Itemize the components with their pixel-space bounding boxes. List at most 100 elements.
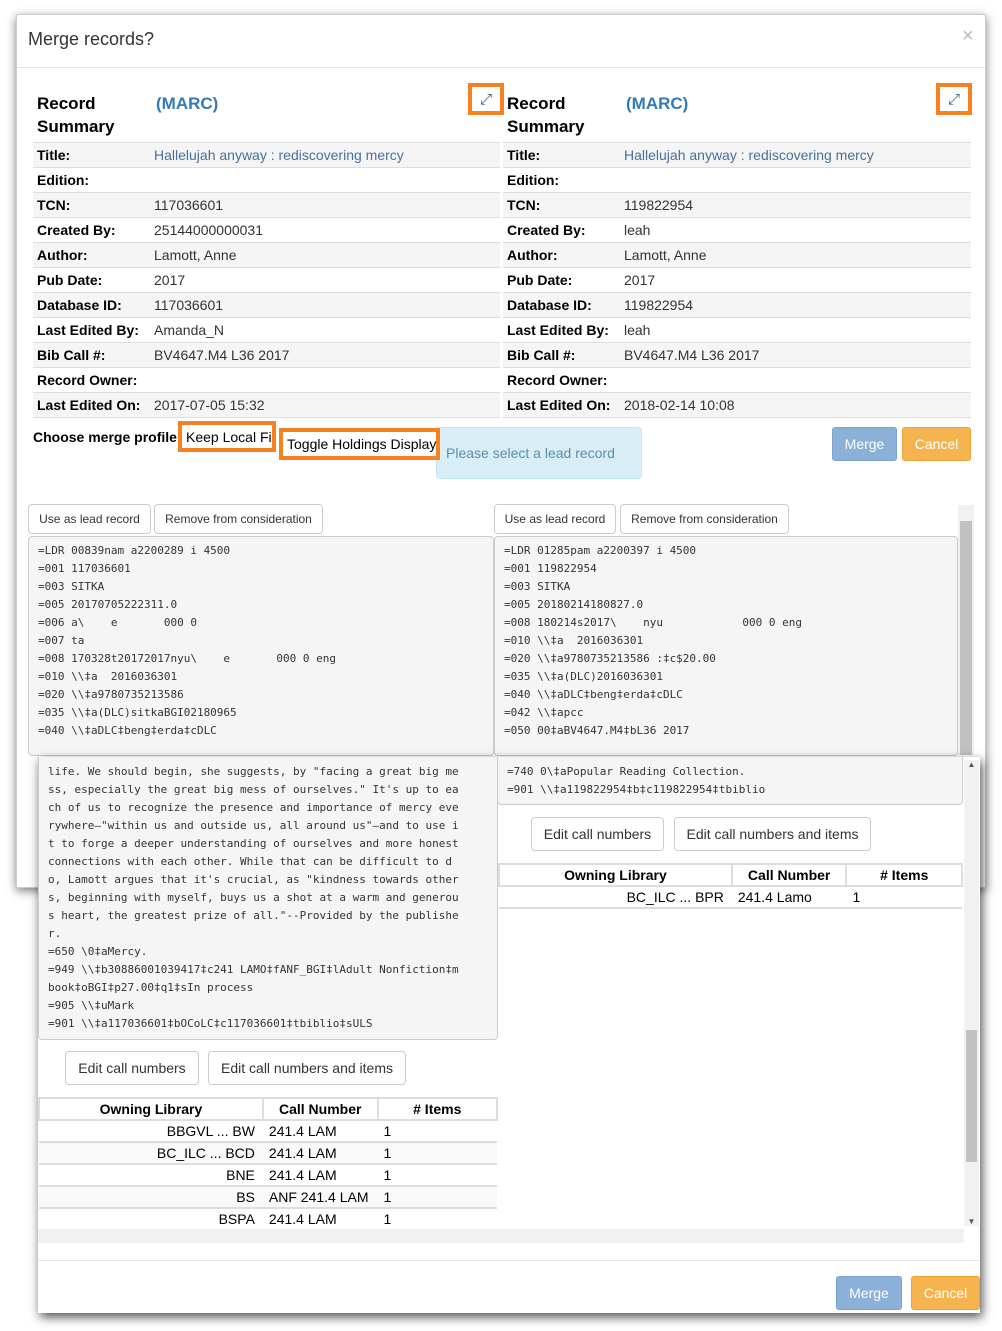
- field-value: 2018-02-14 10:08: [624, 397, 735, 413]
- horizontal-scrollbar[interactable]: [38, 1229, 964, 1243]
- divider: [17, 67, 985, 68]
- item-count: 1: [377, 1208, 497, 1231]
- record-summary-heading: Record Summary: [507, 94, 585, 136]
- summary-row: Record Owner:: [33, 367, 500, 392]
- edit-call-numbers-items-left[interactable]: Edit call numbers and items: [208, 1051, 406, 1085]
- field-value: 2017-07-05 15:32: [154, 397, 265, 413]
- call-number: 241.4 LAM: [262, 1142, 378, 1165]
- summary-row: Created By: 25144000000031: [33, 217, 500, 242]
- summary-row: Edition:: [33, 167, 500, 192]
- holdings-table-left: Owning Library Call Number # Items BBGVL ..…: [38, 1097, 499, 1231]
- merge-button-footer[interactable]: Merge: [836, 1276, 902, 1310]
- field-label: Record Owner:: [37, 372, 138, 388]
- summary-row: Pub Date: 2017: [33, 267, 500, 292]
- field-value: 2017: [624, 272, 656, 288]
- merge-button[interactable]: Merge: [832, 427, 897, 461]
- summary-row: Bib Call #: BV4647.M4 L36 2017: [503, 342, 971, 367]
- field-label: Bib Call #:: [37, 347, 106, 363]
- field-value: leah: [624, 222, 651, 238]
- call-number: ANF 241.4 LAM: [262, 1186, 378, 1209]
- use-lead-button-left[interactable]: Use as lead record: [28, 504, 151, 534]
- column-header[interactable]: Owning Library: [38, 1097, 264, 1121]
- field-label: TCN:: [507, 197, 541, 213]
- toggle-holdings-button[interactable]: Toggle Holdings Display: [279, 428, 440, 460]
- edit-call-numbers-left[interactable]: Edit call numbers: [65, 1051, 199, 1085]
- summary-row: Pub Date: 2017: [503, 267, 971, 292]
- compress-icon[interactable]: ⤢: [936, 83, 972, 115]
- table-row: BSPA 241.4 LAM 1: [39, 1208, 497, 1231]
- tooltip-text: Please select a lead record: [446, 445, 615, 461]
- table-row: BC_ILC ... BCD 241.4 LAM 1: [39, 1142, 497, 1165]
- remove-button-left[interactable]: Remove from consideration: [154, 504, 323, 534]
- edit-call-numbers-right[interactable]: Edit call numbers: [531, 817, 664, 851]
- use-lead-button-right[interactable]: Use as lead record: [494, 504, 616, 534]
- scrollbar[interactable]: [958, 505, 974, 755]
- cancel-button-footer[interactable]: Cancel: [911, 1276, 980, 1310]
- table-row: BBGVL ... BW 241.4 LAM 1: [39, 1120, 497, 1143]
- field-value: Amanda_N: [154, 322, 225, 338]
- item-count: 1: [377, 1164, 497, 1187]
- field-label: Last Edited By:: [507, 322, 609, 338]
- column-header[interactable]: Owning Library: [498, 863, 733, 887]
- column-header[interactable]: # Items: [376, 1097, 499, 1121]
- call-number: 241.4 Lamo: [731, 886, 847, 909]
- field-value: Lamott, Anne: [154, 247, 237, 263]
- summary-row: Database ID: 117036601: [33, 292, 500, 317]
- field-value: 2017: [154, 272, 186, 288]
- field-label: Last Edited On:: [507, 397, 611, 413]
- field-value: 117036601: [154, 297, 224, 313]
- table-row: BC_ILC ... BPR 241.4 Lamo 1: [499, 886, 962, 909]
- summary-row: Database ID: 119822954: [503, 292, 971, 317]
- owning-library: BNE: [39, 1164, 263, 1187]
- table-row: BNE 241.4 LAM 1: [39, 1164, 497, 1187]
- owning-library: BSPA: [39, 1208, 263, 1231]
- vertical-scrollbar[interactable]: ▲ ▼: [964, 760, 979, 1226]
- edit-call-numbers-items-right[interactable]: Edit call numbers and items: [674, 817, 871, 851]
- summary-row: Author: Lamott, Anne: [503, 242, 971, 267]
- marc-link[interactable]: (MARC): [626, 94, 688, 114]
- marc-right: =LDR 01285pam a2200397 i 4500 =001 11982…: [494, 536, 958, 756]
- marc-right-bottom: =740 0\‡aPopular Reading Collection. =90…: [497, 757, 963, 805]
- item-count: 1: [377, 1120, 497, 1143]
- summary-row: Edition:: [503, 167, 971, 192]
- close-button[interactable]: ×: [962, 25, 974, 48]
- item-count: 1: [377, 1186, 497, 1209]
- marc-left-bottom: life. We should begin, she suggests, by …: [38, 757, 498, 1040]
- summary-row: Last Edited On: 2018-02-14 10:08: [503, 392, 971, 417]
- field-value: BV4647.M4 L36 2017: [624, 347, 760, 363]
- summary-row: Last Edited On: 2017-07-05 15:32: [33, 392, 500, 417]
- merge-profile-select[interactable]: Keep Local Fi: [178, 421, 276, 452]
- table-row: BS ANF 241.4 LAM 1: [39, 1186, 497, 1209]
- field-label: Edition:: [507, 172, 560, 188]
- compress-icon[interactable]: ⤢: [468, 83, 504, 115]
- remove-button-right[interactable]: Remove from consideration: [620, 504, 789, 534]
- marc-link[interactable]: (MARC): [156, 94, 218, 114]
- dialog-title: Merge records?: [28, 29, 155, 49]
- field-label: Created By:: [37, 222, 116, 238]
- record-summary-heading: Record Summary: [37, 94, 115, 136]
- merge-profile-label: Choose merge profile: [33, 429, 177, 445]
- summary-row: Last Edited By: Amanda_N: [33, 317, 500, 342]
- field-value: Lamott, Anne: [624, 247, 707, 263]
- summary-row: Author: Lamott, Anne: [33, 242, 500, 267]
- field-value: Hallelujah anyway : rediscovering mercy: [154, 147, 404, 163]
- merge-dialog-scrolled: life. We should begin, she suggests, by …: [38, 757, 980, 1313]
- column-header[interactable]: # Items: [845, 863, 963, 887]
- summary-row: TCN: 117036601: [33, 192, 500, 217]
- column-header[interactable]: Call Number: [730, 863, 848, 887]
- field-label: Edition:: [37, 172, 90, 188]
- field-label: Title:: [37, 147, 71, 163]
- field-label: Author:: [507, 247, 558, 263]
- column-header[interactable]: Call Number: [261, 1097, 379, 1121]
- field-label: Created By:: [507, 222, 586, 238]
- cancel-button[interactable]: Cancel: [902, 427, 971, 461]
- field-label: Pub Date:: [507, 272, 573, 288]
- summary-row: Bib Call #: BV4647.M4 L36 2017: [33, 342, 500, 367]
- field-label: Author:: [37, 247, 88, 263]
- field-label: Record Owner:: [507, 372, 608, 388]
- item-count: 1: [377, 1142, 497, 1165]
- call-number: 241.4 LAM: [262, 1164, 378, 1187]
- field-value: leah: [624, 322, 651, 338]
- field-value: 25144000000031: [154, 222, 264, 238]
- item-count: 1: [846, 886, 962, 909]
